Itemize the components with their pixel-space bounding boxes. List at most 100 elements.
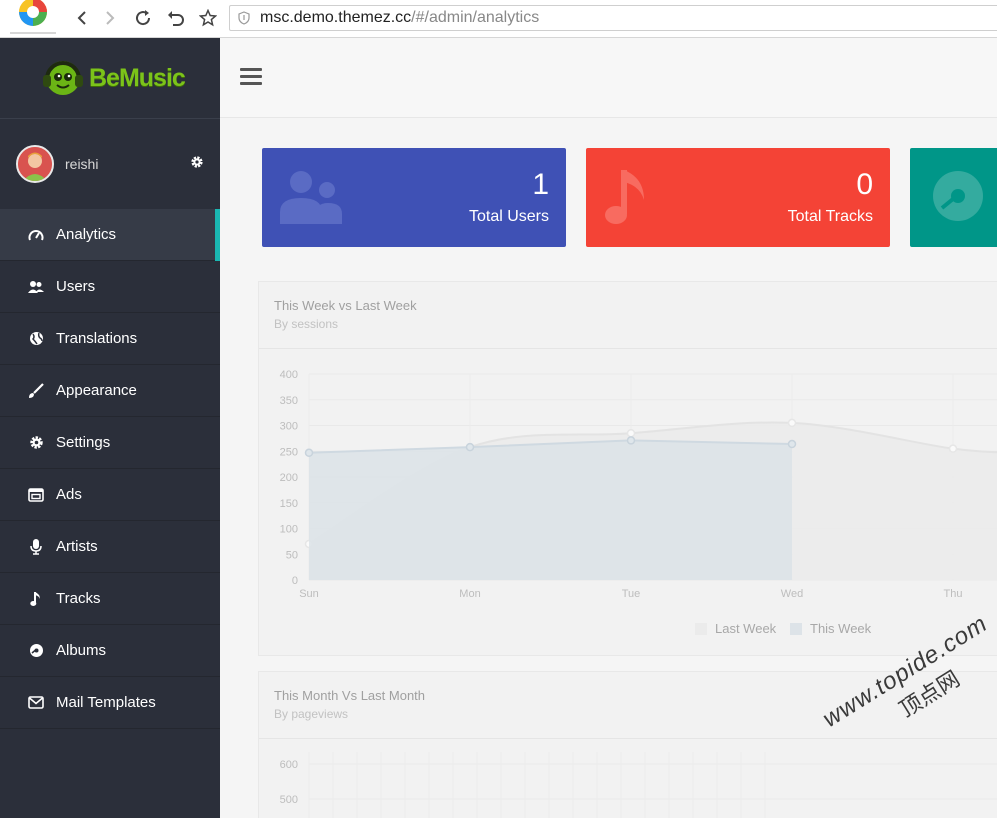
point-this-week: [465, 442, 475, 452]
point-last-week: [787, 418, 797, 428]
sidebar-item-label: Tracks: [56, 590, 101, 607]
sidebar-item-label: Appearance: [56, 382, 137, 399]
back-button[interactable]: [71, 7, 93, 29]
globe-icon: [28, 331, 44, 347]
legend-swatch: [790, 622, 802, 635]
star-icon: [199, 9, 217, 27]
undo-icon: [168, 11, 184, 26]
point-this-week: [787, 439, 797, 449]
gear-icon: [28, 435, 44, 451]
disc-icon: [28, 643, 44, 659]
browser-logo-icon: [10, 0, 56, 34]
sidebar-item-settings[interactable]: Settings: [0, 417, 220, 469]
total-users-label: Total Users: [468, 208, 549, 225]
sidebar-item-label: Settings: [56, 434, 111, 451]
x-tick-label: Sun: [299, 588, 319, 600]
brand-name: BeMusic: [89, 63, 186, 92]
total-albums-card: [910, 148, 997, 247]
reload-button[interactable]: [132, 7, 154, 29]
browser-toolbar: msc.demo.themez.cc/#/admin/analytics: [0, 0, 997, 38]
legend-label: Last Week: [715, 621, 777, 636]
sidebar-item-mail-templates[interactable]: Mail Templates: [0, 677, 220, 729]
sidebar-item-appearance[interactable]: Appearance: [0, 365, 220, 417]
point-last-week: [626, 428, 636, 438]
y-tick-label: 400: [280, 369, 298, 381]
brush-icon: [28, 382, 44, 399]
disc-icon: [932, 170, 984, 227]
sidebar-item-label: Artists: [56, 538, 98, 555]
sidebar-item-ads[interactable]: Ads: [0, 469, 220, 521]
hamburger-icon: [240, 68, 264, 85]
sidebar-item-analytics[interactable]: Analytics: [0, 209, 220, 261]
shield-icon: [238, 11, 250, 25]
point-last-week: [948, 444, 958, 453]
user-block: reishi: [0, 118, 220, 209]
undo-button[interactable]: [165, 7, 187, 29]
avatar[interactable]: [16, 145, 54, 183]
menu-toggle-button[interactable]: [240, 68, 264, 88]
sidebar: BeMusic reishi Analytics Users Translati…: [0, 38, 220, 818]
user-settings-gear-icon[interactable]: [190, 155, 204, 174]
point-this-week: [304, 448, 314, 458]
envelope-icon: [28, 695, 44, 711]
area-this-week: [309, 440, 792, 580]
chevron-right-icon: [106, 11, 115, 25]
sidebar-item-label: Users: [56, 278, 96, 295]
legend-this-week[interactable]: This Week: [790, 621, 871, 636]
x-tick-label: Tue: [622, 588, 641, 600]
chevron-left-icon: [77, 11, 86, 25]
ads-icon: [28, 487, 44, 503]
sidebar-item-artists[interactable]: Artists: [0, 521, 220, 573]
month-chart: 600 500: [280, 752, 997, 818]
reload-icon: [136, 10, 151, 26]
sidebar-item-label: Mail Templates: [56, 694, 156, 711]
users-icon: [28, 279, 44, 295]
sidebar-item-albums[interactable]: Albums: [0, 625, 220, 677]
y-tick-label: 150: [280, 498, 298, 510]
gauge-icon: [28, 227, 44, 243]
sidebar-item-label: Translations: [56, 330, 138, 347]
month-chart-panel: This Month Vs Last Month By pageviews 60…: [258, 671, 997, 818]
url-host: msc.demo.themez.cc: [260, 9, 412, 26]
legend-last-week[interactable]: Last Week: [695, 621, 776, 636]
legend-label: This Week: [810, 621, 872, 636]
url-path: /#/admin/analytics: [411, 9, 540, 26]
sidebar-item-label: Analytics: [56, 226, 117, 243]
sidebar-menu: Analytics Users Translations Appearance …: [0, 209, 220, 729]
point-this-week: [626, 436, 636, 445]
y-tick-label: 350: [280, 395, 298, 407]
y-tick-label: 500: [280, 794, 298, 806]
sidebar-item-label: Albums: [56, 642, 107, 659]
user-avatar-icon: [18, 147, 52, 181]
bemusic-logo-icon: [43, 61, 83, 95]
total-users-card: 1 Total Users: [262, 148, 566, 247]
y-tick-label: 50: [286, 549, 298, 561]
username: reishi: [65, 156, 99, 172]
total-tracks-value: 0: [856, 168, 873, 201]
brand[interactable]: BeMusic: [0, 38, 220, 118]
y-tick-label: 0: [292, 575, 298, 587]
x-tick-label: Wed: [781, 588, 803, 600]
y-tick-label: 100: [280, 524, 298, 536]
forward-button[interactable]: [99, 7, 121, 29]
week-chart-panel: This Week vs Last Week By sessions 0 50 10…: [258, 281, 997, 656]
y-tick-label: 200: [280, 472, 298, 484]
music-note-icon: [604, 168, 654, 235]
sidebar-item-tracks[interactable]: Tracks: [0, 573, 220, 625]
legend-swatch: [695, 622, 707, 635]
microphone-icon: [28, 538, 44, 555]
y-tick-label: 600: [280, 759, 298, 771]
total-tracks-card: 0 Total Tracks: [586, 148, 890, 247]
music-note-icon: [28, 591, 44, 607]
x-tick-label: Thu: [944, 588, 963, 600]
y-tick-label: 250: [280, 446, 298, 458]
x-tick-label: Mon: [459, 588, 480, 600]
top-bar: [220, 38, 997, 118]
week-chart: 0 50 100 150 200 250 300 350 400 Sun Mon Tue Wed Thu: [280, 369, 997, 600]
address-bar[interactable]: msc.demo.themez.cc/#/admin/analytics: [229, 5, 997, 31]
sidebar-item-translations[interactable]: Translations: [0, 313, 220, 365]
sidebar-item-users[interactable]: Users: [0, 261, 220, 313]
users-icon: [280, 168, 344, 231]
total-tracks-label: Total Tracks: [787, 208, 873, 225]
bookmark-button[interactable]: [197, 7, 219, 29]
